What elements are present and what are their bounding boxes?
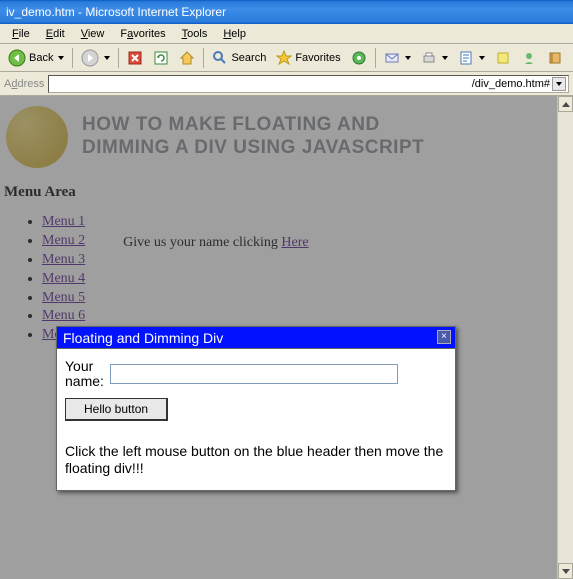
back-icon	[8, 49, 26, 67]
edit-icon	[458, 50, 474, 66]
search-label: Search	[231, 52, 266, 64]
mail-icon	[384, 50, 400, 66]
research-button[interactable]	[543, 48, 567, 68]
address-bar: Address /div_demo.htm#	[0, 72, 573, 96]
dialog-close-button[interactable]: ×	[437, 330, 451, 344]
star-icon	[276, 50, 292, 66]
scroll-down-icon[interactable]	[558, 563, 573, 579]
refresh-button[interactable]	[149, 48, 173, 68]
dialog-body: Your name: Hello button Click the left m…	[57, 349, 455, 490]
dropdown-icon	[442, 56, 448, 60]
window-title: iv_demo.htm - Microsoft Internet Explore…	[6, 5, 226, 19]
floating-dialog: Floating and Dimming Div × Your name: He…	[56, 326, 456, 491]
home-button[interactable]	[175, 48, 199, 68]
menu-help[interactable]: Help	[217, 26, 252, 42]
dropdown-icon	[58, 56, 64, 60]
media-button[interactable]	[347, 48, 371, 68]
print-button[interactable]	[417, 48, 452, 68]
search-icon	[212, 50, 228, 66]
dropdown-icon	[104, 56, 110, 60]
dialog-title: Floating and Dimming Div	[63, 330, 223, 346]
name-label: Your name:	[65, 359, 104, 390]
favorites-label: Favorites	[295, 52, 340, 64]
menu-favorites[interactable]: Favorites	[114, 26, 171, 42]
menu-tools[interactable]: Tools	[176, 26, 214, 42]
note-button[interactable]	[491, 48, 515, 68]
edit-button[interactable]	[454, 48, 489, 68]
messenger-icon	[521, 50, 537, 66]
back-button[interactable]: Back	[4, 47, 68, 69]
research-icon	[547, 50, 563, 66]
stop-icon	[127, 50, 143, 66]
mail-button[interactable]	[380, 48, 415, 68]
address-dropdown-icon[interactable]	[552, 77, 566, 91]
menu-view[interactable]: View	[75, 26, 111, 42]
messenger-button[interactable]	[517, 48, 541, 68]
separator	[203, 48, 204, 68]
dialog-instruction: Click the left mouse button on the blue …	[65, 443, 447, 478]
address-label: Address	[4, 78, 44, 90]
menubar: File Edit View Favorites Tools Help	[0, 24, 573, 44]
separator	[72, 48, 73, 68]
name-input[interactable]	[110, 364, 398, 384]
address-url: /div_demo.htm#	[472, 78, 550, 90]
name-label-line1: Your	[65, 358, 93, 374]
print-icon	[421, 50, 437, 66]
forward-button[interactable]	[77, 47, 114, 69]
separator	[118, 48, 119, 68]
menu-edit[interactable]: Edit	[40, 26, 71, 42]
name-row: Your name:	[65, 359, 447, 390]
home-icon	[179, 50, 195, 66]
media-icon	[351, 50, 367, 66]
toolbar: Back Search Favorites	[0, 44, 573, 72]
dropdown-icon	[479, 56, 485, 60]
note-icon	[495, 50, 511, 66]
address-field[interactable]: /div_demo.htm#	[48, 75, 569, 93]
scroll-up-icon[interactable]	[558, 96, 573, 112]
search-button[interactable]: Search	[208, 48, 270, 68]
menu-file[interactable]: File	[6, 26, 36, 42]
vertical-scrollbar[interactable]	[557, 96, 573, 579]
refresh-icon	[153, 50, 169, 66]
window-titlebar: iv_demo.htm - Microsoft Internet Explore…	[0, 0, 573, 24]
separator	[375, 48, 376, 68]
favorites-button[interactable]: Favorites	[272, 48, 344, 68]
name-label-line2: name:	[65, 373, 104, 389]
dialog-header[interactable]: Floating and Dimming Div ×	[57, 327, 455, 349]
stop-button[interactable]	[123, 48, 147, 68]
back-label: Back	[29, 52, 53, 64]
hello-button[interactable]: Hello button	[65, 398, 168, 421]
dropdown-icon	[405, 56, 411, 60]
forward-icon	[81, 49, 99, 67]
